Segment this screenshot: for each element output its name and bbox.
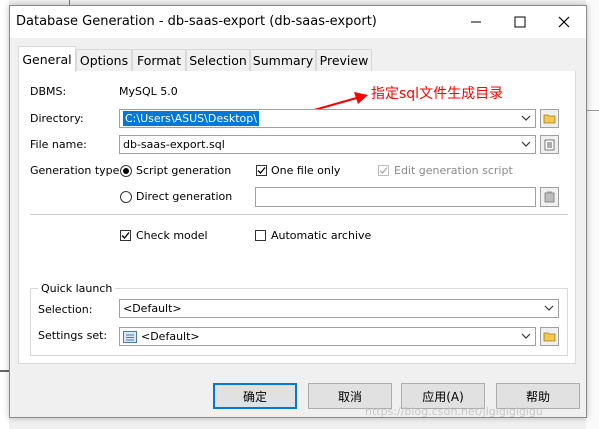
watermark: https://blog.csdn.net/jlglglglglgu <box>365 405 543 418</box>
selection-label: Selection: <box>38 303 93 316</box>
checkmark-icon <box>379 167 388 174</box>
edit-generation-script-label: Edit generation script <box>394 164 513 177</box>
dbms-label: DBMS: <box>30 85 67 98</box>
checkmark-icon <box>121 232 130 239</box>
data-source-button[interactable] <box>540 187 559 207</box>
folder-icon <box>543 332 556 342</box>
tab-label: Format <box>136 53 182 68</box>
tab-format[interactable]: Format <box>132 49 186 71</box>
tab-options[interactable]: Options <box>76 49 132 71</box>
dbms-value: MySQL 5.0 <box>119 85 178 98</box>
selection-value: <Default> <box>123 302 182 315</box>
title-bar[interactable]: Database Generation - db-saas-export (db… <box>10 6 586 38</box>
ok-label: 确定 <box>242 389 267 404</box>
settings-set-value: <Default> <box>141 330 200 343</box>
chevron-down-icon <box>521 141 531 147</box>
filename-input[interactable]: db-saas-export.sql <box>123 138 225 151</box>
maximize-button[interactable] <box>498 6 542 38</box>
edit-file-button[interactable] <box>540 135 559 154</box>
background-divider <box>0 370 9 372</box>
one-file-only-label: One file only <box>271 164 341 177</box>
document-icon <box>544 139 555 150</box>
check-model-checkbox[interactable] <box>120 230 131 241</box>
close-icon <box>558 16 570 28</box>
maximize-icon <box>514 16 526 28</box>
check-model-label: Check model <box>136 229 208 242</box>
tab-summary[interactable]: Summary <box>250 49 316 71</box>
script-generation-label: Script generation <box>136 164 232 177</box>
database-generation-dialog: Database Generation - db-saas-export (db… <box>9 5 587 418</box>
settings-list-icon <box>123 330 137 343</box>
browse-directory-button[interactable] <box>540 109 559 128</box>
automatic-archive-checkbox[interactable] <box>255 230 266 241</box>
automatic-archive-label: Automatic archive <box>271 229 372 242</box>
selection-combo[interactable]: <Default> <box>119 299 559 318</box>
tab-preview[interactable]: Preview <box>316 49 372 71</box>
generation-type-label: Generation type: <box>30 164 124 177</box>
background-app-left <box>0 0 9 429</box>
close-button[interactable] <box>542 6 586 38</box>
tab-selection[interactable]: Selection <box>186 49 250 71</box>
checkmark-icon <box>257 167 266 174</box>
chevron-down-icon <box>521 333 531 339</box>
direct-generation-radio[interactable] <box>120 191 132 203</box>
tab-label: Options <box>79 53 129 68</box>
quick-launch-title: Quick launch <box>38 282 116 295</box>
apply-label: 应用(A) <box>422 389 464 404</box>
minimize-icon <box>471 21 481 23</box>
annotation-text: 指定sql文件生成目录 <box>371 86 504 102</box>
tab-label: Summary <box>252 53 314 68</box>
filename-combo[interactable]: db-saas-export.sql <box>119 135 536 154</box>
directory-combo[interactable]: C:\Users\ASUS\Desktop\ <box>119 109 536 128</box>
separator <box>30 214 568 215</box>
window-title: Database Generation - db-saas-export (db… <box>16 14 377 29</box>
cancel-label: 取消 <box>337 389 362 404</box>
data-source-field[interactable] <box>255 187 536 207</box>
settings-set-label: Settings set: <box>38 329 108 342</box>
browse-settings-button[interactable] <box>540 327 559 346</box>
script-generation-radio[interactable] <box>120 165 132 177</box>
directory-label: Directory: <box>30 112 84 125</box>
chevron-down-icon <box>544 305 554 311</box>
chevron-down-icon <box>521 115 531 121</box>
database-icon <box>544 191 555 203</box>
minimize-button[interactable] <box>454 6 498 38</box>
edit-generation-script-checkbox[interactable] <box>378 165 389 176</box>
tab-label: Preview <box>319 53 369 68</box>
tab-general[interactable]: General <box>18 46 76 72</box>
one-file-only-checkbox[interactable] <box>256 165 267 176</box>
background-app-right <box>586 0 599 429</box>
radio-dot <box>123 168 129 174</box>
background-divider <box>586 110 599 111</box>
settings-set-combo[interactable]: <Default> <box>119 327 536 346</box>
help-label: 帮助 <box>525 389 550 404</box>
direct-generation-label: Direct generation <box>136 190 233 203</box>
tab-label: Selection <box>189 53 247 68</box>
tab-label: General <box>22 52 72 67</box>
filename-label: File name: <box>30 138 87 151</box>
directory-input[interactable]: C:\Users\ASUS\Desktop\ <box>122 110 260 127</box>
ok-button[interactable]: 确定 <box>213 383 297 409</box>
folder-icon <box>543 114 556 124</box>
